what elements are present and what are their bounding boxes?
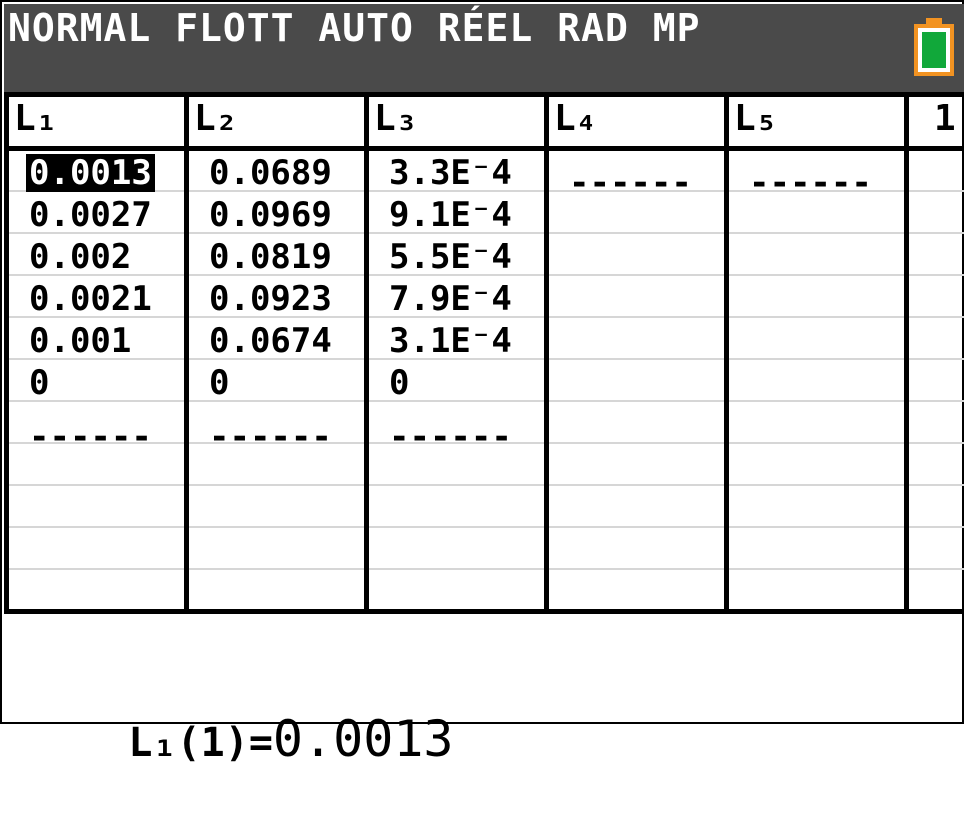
table-cell-l3-r4[interactable]: 7.9E⁻4 [386,280,515,318]
table-cell-l3-r2[interactable]: 9.1E⁻4 [386,196,515,234]
table-cell-l2-r6[interactable]: 0 [206,364,232,402]
table-cell-l1-new[interactable]: ------ [26,418,155,456]
column-header-l2[interactable]: L₂ [194,98,237,139]
table-cell-l2-r4[interactable]: 0.0923 [206,280,335,318]
calculator-screen: NORMAL FLOTT AUTO RÉEL RAD MP L₁ L₂ L₃ L… [0,0,964,768]
column-header-l4[interactable]: L₄ [554,98,597,139]
table-cell-l1-r5[interactable]: 0.001 [26,322,134,360]
table-cell-l1-r2[interactable]: 0.0027 [26,196,155,234]
table-cell-l3-r5[interactable]: 3.1E⁻4 [386,322,515,360]
entry-line-value[interactable]: 0.0013 [273,710,454,768]
table-cell-l1-r1[interactable]: 0.0013 [26,154,155,192]
status-bar: NORMAL FLOTT AUTO RÉEL RAD MP [4,4,964,92]
table-cell-l1-r6[interactable]: 0 [26,364,52,402]
table-cell-l3-r3[interactable]: 5.5E⁻4 [386,238,515,276]
mode-indicator: NORMAL FLOTT AUTO RÉEL RAD MP [8,6,701,50]
table-cell-l2-r1[interactable]: 0.0689 [206,154,335,192]
table-cell-l1-r4[interactable]: 0.0021 [26,280,155,318]
column-header-l3[interactable]: L₃ [374,98,417,139]
list-editor-table: L₁ L₂ L₃ L₄ L₅ 1 0.0013 0.0027 0.002 0.0… [4,92,964,614]
battery-icon [914,18,954,76]
table-cell-l2-r3[interactable]: 0.0819 [206,238,335,276]
table-cell-l2-r2[interactable]: 0.0969 [206,196,335,234]
entry-line[interactable]: L₁(1)=0.0013 [8,652,454,826]
table-cell-l2-r5[interactable]: 0.0674 [206,322,335,360]
table-cell-l4-new[interactable]: ------ [566,164,695,202]
table-cell-l5-new[interactable]: ------ [746,164,875,202]
table-cell-l2-new[interactable]: ------ [206,418,335,456]
entry-line-label: L₁(1)= [128,720,273,766]
column-header-l1[interactable]: L₁ [14,98,57,139]
table-cell-l3-r6[interactable]: 0 [386,364,412,402]
column-page-indicator: 1 [934,98,956,139]
table-cell-l1-r3[interactable]: 0.002 [26,238,134,276]
table-cell-l3-new[interactable]: ------ [386,418,515,456]
table-cell-l3-r1[interactable]: 3.3E⁻4 [386,154,515,192]
column-header-l5[interactable]: L₅ [734,98,777,139]
